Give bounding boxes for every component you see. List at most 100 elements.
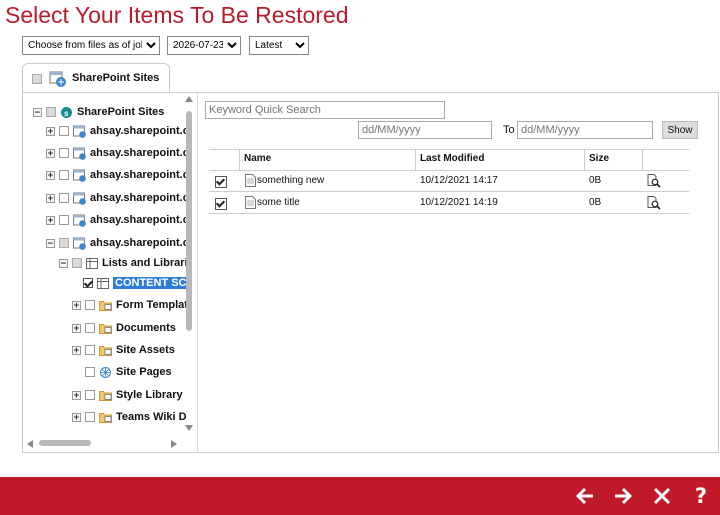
expand-icon[interactable]: + bbox=[46, 126, 55, 136]
tree-child-item[interactable]: + Form Templat bbox=[72, 296, 188, 314]
tree-checkbox[interactable] bbox=[59, 215, 69, 225]
arrow-left-icon bbox=[575, 487, 593, 505]
folder-icon bbox=[99, 391, 112, 401]
tab-sharepoint-sites[interactable]: SharePoint Sites bbox=[22, 63, 170, 94]
tree-site-item[interactable]: + ahsay.sharepoint.c bbox=[46, 122, 189, 140]
table-row[interactable]: something new 10/12/2021 14:17 0B bbox=[209, 171, 689, 191]
tree-label: Style Library bbox=[116, 389, 183, 401]
tree-horizontal-scrollbar[interactable] bbox=[23, 437, 183, 449]
cancel-button[interactable] bbox=[649, 484, 675, 508]
row-modified: 10/12/2021 14:19 bbox=[420, 197, 498, 208]
help-button[interactable]: ? bbox=[688, 484, 714, 508]
tree-site-item[interactable]: + ahsay.sharepoint.c bbox=[46, 144, 189, 162]
expand-icon[interactable]: + bbox=[72, 390, 81, 400]
document-icon bbox=[245, 196, 256, 209]
row-size: 0B bbox=[589, 175, 602, 186]
tree-label: Teams Wiki D bbox=[116, 411, 187, 423]
tree-lists-node[interactable]: − Lists and Librari bbox=[59, 254, 188, 272]
tree-site-item[interactable]: − ahsay.sharepoint.c bbox=[46, 234, 189, 252]
folder-icon bbox=[99, 413, 112, 423]
tree-checkbox[interactable] bbox=[72, 258, 82, 268]
expand-icon[interactable]: + bbox=[72, 412, 81, 422]
expand-icon[interactable]: + bbox=[46, 148, 55, 158]
tree-checkbox[interactable] bbox=[59, 148, 69, 158]
page-title: Select Your Items To Be Restored bbox=[5, 2, 349, 28]
next-button[interactable] bbox=[610, 484, 636, 508]
tree-root[interactable]: − s SharePoint Sites bbox=[33, 103, 164, 121]
row-checkbox[interactable] bbox=[215, 176, 227, 188]
scroll-down-icon[interactable] bbox=[185, 425, 193, 431]
expand-icon[interactable]: + bbox=[72, 300, 81, 310]
show-button[interactable]: Show bbox=[662, 121, 698, 139]
expand-icon[interactable]: + bbox=[46, 170, 55, 180]
tree-site-item[interactable]: + ahsay.sharepoint.c bbox=[46, 189, 189, 207]
row-name: some title bbox=[257, 197, 300, 208]
site-icon bbox=[73, 214, 86, 227]
tree-checkbox[interactable] bbox=[59, 170, 69, 180]
tree-label: Lists and Librari bbox=[102, 257, 188, 269]
expand-icon[interactable]: + bbox=[72, 345, 81, 355]
expand-icon[interactable]: + bbox=[46, 193, 55, 203]
tree-checkbox[interactable] bbox=[85, 390, 95, 400]
sharepoint-icon: s bbox=[61, 106, 72, 118]
tree-checkbox[interactable] bbox=[85, 367, 95, 377]
collapse-icon[interactable]: − bbox=[33, 107, 42, 117]
help-icon: ? bbox=[694, 484, 708, 508]
tree-checkbox[interactable] bbox=[59, 126, 69, 136]
site-icon bbox=[73, 169, 86, 182]
tab-checkbox[interactable] bbox=[32, 74, 42, 84]
folder-icon bbox=[99, 301, 112, 311]
tree-child-item[interactable]: Site Pages bbox=[85, 363, 172, 381]
to-date-input[interactable] bbox=[517, 121, 653, 139]
collapse-icon[interactable]: − bbox=[59, 258, 68, 268]
tree-site-item[interactable]: + ahsay.sharepoint.c bbox=[46, 211, 189, 229]
tree-child-item[interactable]: + Site Assets bbox=[72, 341, 175, 359]
tree-checkbox[interactable] bbox=[85, 345, 95, 355]
expand-icon[interactable]: + bbox=[46, 215, 55, 225]
tree-label: Form Templat bbox=[116, 299, 188, 311]
footer-bar: ? bbox=[0, 477, 720, 515]
site-icon bbox=[73, 192, 86, 205]
arrow-right-icon bbox=[615, 487, 633, 505]
keyword-search-input[interactable] bbox=[205, 101, 445, 119]
back-button[interactable] bbox=[572, 484, 598, 508]
column-header-last-modified[interactable]: Last Modified bbox=[420, 149, 484, 169]
expand-icon[interactable]: + bbox=[72, 323, 81, 333]
tree-selected-node[interactable]: CONTENT SC bbox=[83, 274, 189, 292]
tree-checkbox[interactable] bbox=[59, 238, 69, 248]
tree-checkbox[interactable] bbox=[85, 323, 95, 333]
tree-checkbox[interactable] bbox=[83, 278, 93, 288]
tree-label: Site Pages bbox=[116, 366, 172, 378]
column-header-name[interactable]: Name bbox=[244, 149, 271, 169]
row-checkbox[interactable] bbox=[215, 198, 227, 210]
version-select[interactable]: Latest bbox=[249, 36, 309, 55]
tree-child-item[interactable]: + Teams Wiki D bbox=[72, 408, 187, 426]
column-header-size[interactable]: Size bbox=[589, 149, 609, 169]
collapse-icon[interactable]: − bbox=[46, 238, 55, 248]
preview-icon[interactable] bbox=[647, 196, 661, 210]
folder-icon bbox=[99, 324, 112, 334]
site-icon bbox=[73, 237, 86, 250]
tree-child-item[interactable]: + Documents bbox=[72, 319, 176, 337]
scroll-right-icon[interactable] bbox=[171, 440, 177, 448]
scroll-up-icon[interactable] bbox=[185, 96, 193, 102]
tree-checkbox[interactable] bbox=[59, 193, 69, 203]
tree-checkbox[interactable] bbox=[85, 300, 95, 310]
tree-checkbox[interactable] bbox=[85, 412, 95, 422]
tree-label: ahsay.sharepoint.c bbox=[90, 169, 189, 181]
from-date-input[interactable] bbox=[358, 121, 492, 139]
preview-icon[interactable] bbox=[647, 174, 661, 188]
tree-site-item[interactable]: + ahsay.sharepoint.c bbox=[46, 166, 189, 184]
scroll-thumb[interactable] bbox=[39, 440, 91, 446]
list-icon bbox=[97, 277, 109, 289]
scroll-thumb[interactable] bbox=[186, 111, 192, 331]
folder-icon bbox=[99, 346, 112, 356]
scroll-left-icon[interactable] bbox=[27, 440, 33, 448]
tree-vertical-scrollbar[interactable] bbox=[183, 93, 195, 437]
tree-checkbox[interactable] bbox=[46, 107, 56, 117]
job-date-select[interactable]: 2026-07-23 bbox=[167, 36, 241, 55]
tree-child-item[interactable]: + Style Library bbox=[72, 386, 183, 404]
restore-mode-select[interactable]: Choose from files as of job bbox=[22, 36, 160, 55]
tree-label: ahsay.sharepoint.c bbox=[90, 214, 189, 226]
table-row[interactable]: some title 10/12/2021 14:19 0B bbox=[209, 193, 689, 213]
